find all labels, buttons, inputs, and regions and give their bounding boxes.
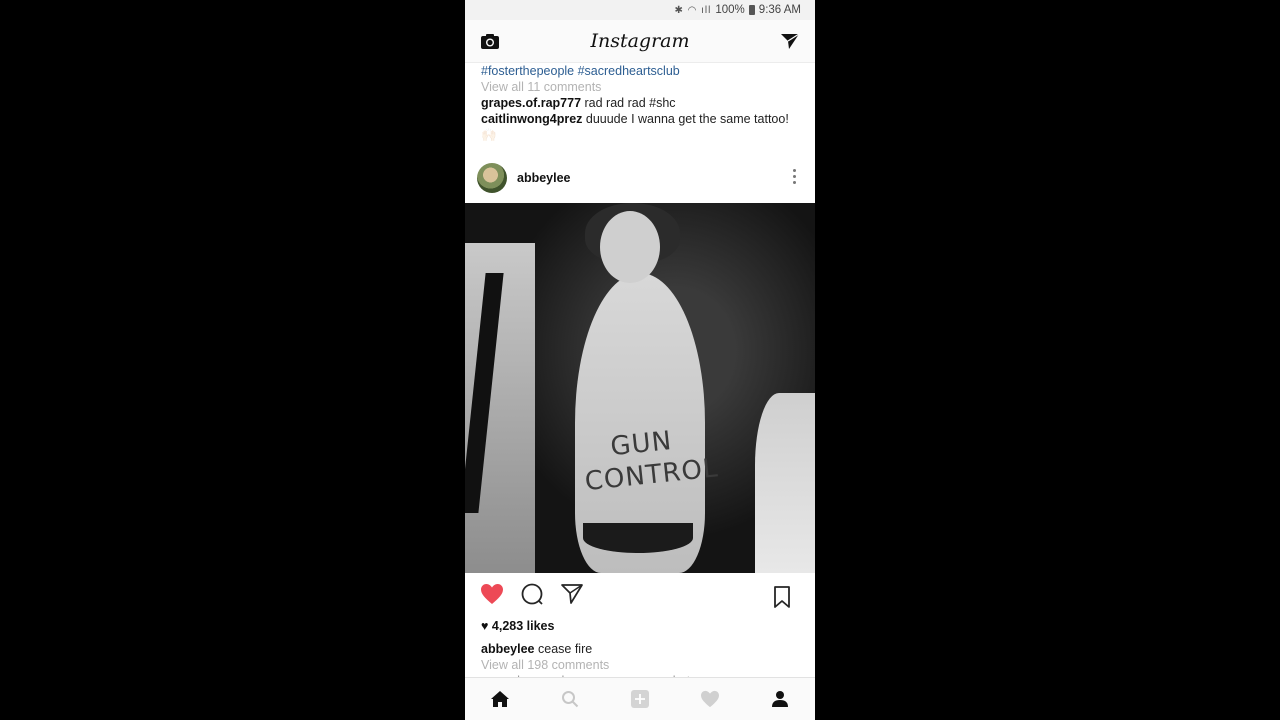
post-photo[interactable]: GUN CONTROL — [465, 203, 815, 573]
add-post-icon[interactable] — [626, 685, 654, 713]
hashtags[interactable]: #fosterthepeople #sacredheartsclub — [481, 63, 799, 79]
activity-heart-icon[interactable] — [696, 685, 724, 713]
photo-body-text: GUN CONTROL — [583, 425, 720, 498]
camera-icon[interactable] — [477, 28, 503, 54]
caption-text: cease fire — [534, 642, 593, 656]
avatar[interactable] — [477, 163, 507, 193]
clock: 9:36 AM — [758, 4, 801, 16]
status-bar: ✱ ◠ ıll 100% 9:36 AM — [465, 0, 815, 20]
comment-username[interactable]: caitlinwong4prez — [481, 112, 582, 126]
post-caption: abbeylee cease fire View all 198 comment… — [465, 641, 815, 673]
top-bar: Instagram — [465, 20, 815, 63]
comment: caitlinwong4prez duuude I wanna get the … — [481, 111, 799, 143]
status-icons: ✱ ◠ ıll — [674, 4, 712, 16]
caption-username[interactable]: abbeylee — [481, 642, 535, 656]
like-count[interactable]: ♥ 4,283 likes — [465, 619, 815, 633]
comment-text: duuude I wanna get the same tattoo! — [582, 112, 789, 126]
battery-icon — [748, 5, 755, 15]
small-heart-icon: ♥ — [481, 619, 489, 633]
post-actions — [465, 573, 815, 615]
view-comments-link[interactable]: View all 198 comments — [481, 657, 799, 673]
heart-icon[interactable] — [479, 581, 505, 607]
raised-hands-emoji: 🙌🏻 — [481, 128, 497, 142]
app-logo: Instagram — [590, 30, 690, 52]
bookmark-icon[interactable] — [769, 584, 795, 610]
previous-post-comments: #fosterthepeople #sacredheartsclub View … — [465, 63, 815, 143]
battery-level: 100% — [715, 4, 745, 16]
post-username[interactable]: abbeylee — [517, 171, 571, 185]
post-header: abbeylee — [465, 153, 815, 203]
more-options-icon[interactable] — [793, 169, 797, 184]
likes-text: 4,283 likes — [491, 619, 555, 633]
home-icon[interactable] — [486, 685, 514, 713]
bottom-navigation — [465, 677, 815, 720]
comment: grapes.of.rap777 rad rad rad #shc — [481, 95, 799, 111]
profile-icon[interactable] — [766, 685, 794, 713]
comment-username[interactable]: grapes.of.rap777 — [481, 96, 581, 110]
phone-screen: ✱ ◠ ıll 100% 9:36 AM Instagram #fosterth… — [465, 0, 815, 720]
comment-text: rad rad rad #shc — [581, 96, 676, 110]
direct-message-icon[interactable] — [777, 28, 803, 54]
comment-icon[interactable] — [519, 581, 545, 607]
share-icon[interactable] — [559, 581, 585, 607]
view-comments-link[interactable]: View all 11 comments — [481, 79, 799, 95]
search-icon[interactable] — [556, 685, 584, 713]
